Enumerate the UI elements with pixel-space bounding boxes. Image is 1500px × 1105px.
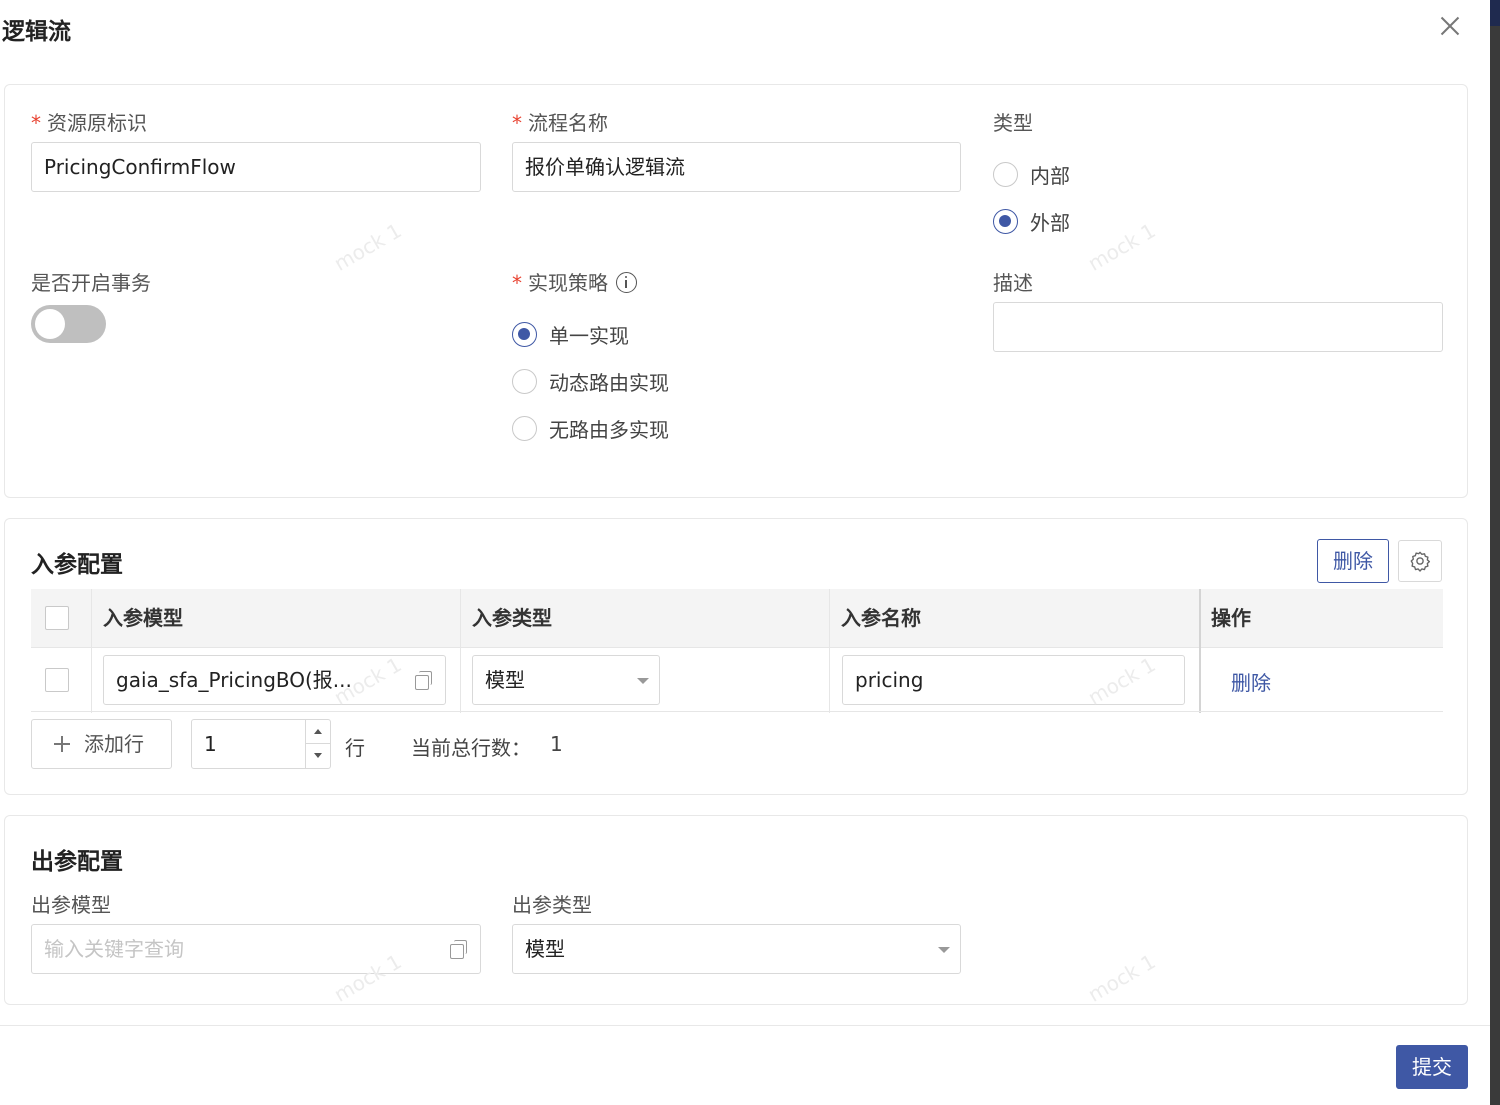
delete-button[interactable]: 删除 [1317,539,1389,583]
total-rows-value: 1 [550,732,563,756]
row-unit-label: 行 [345,736,365,760]
column-header-type: 入参类型 [472,606,552,630]
watermark: mock 1 [1083,949,1160,1007]
description-label: 描述 [993,271,1033,295]
strategy-radio-dynamic[interactable]: 动态路由实现 [512,367,669,396]
strategy-radio-multi[interactable]: 无路由多实现 [512,414,669,443]
output-model-label: 出参模型 [31,893,111,917]
flow-name-label: * 流程名称 [512,111,608,135]
basic-info-card: * 资源原标识 PricingConfirmFlow * 流程名称 报价单确认逻辑流… [4,84,1468,498]
resource-id-label: * 资源原标识 [31,111,147,135]
output-model-input[interactable]: 输入关键字查询 [31,924,481,974]
gear-icon [1410,551,1431,572]
output-params-title: 出参配置 [31,849,123,875]
caret-up-icon [314,729,322,734]
settings-button[interactable] [1398,540,1442,582]
resource-id-input[interactable]: PricingConfirmFlow [31,142,481,192]
output-type-select[interactable]: 模型 [512,924,961,974]
column-header-name: 入参名称 [841,606,921,630]
table-header: 入参模型 入参类型 入参名称 操作 [31,589,1443,648]
row-checkbox[interactable] [45,668,69,692]
column-header-action: 操作 [1211,606,1251,630]
radio-circle [512,369,537,394]
row-delete-link[interactable]: 删除 [1231,667,1271,696]
input-params-card: 入参配置 删除 入参模型 入参类型 入参名称 操作 gaia_sfa_Prici… [4,518,1468,795]
row-name-input[interactable]: pricing [842,655,1185,705]
stepper-controls [305,720,330,768]
input-params-table: 入参模型 入参类型 入参名称 操作 gaia_sfa_PricingBO(报..… [31,589,1443,713]
row-type-select[interactable]: 模型 [472,655,660,705]
close-icon[interactable] [1436,12,1464,40]
type-radio-internal[interactable]: 内部 [993,160,1070,189]
background-window-edge [1490,0,1500,1105]
table-row: gaia_sfa_PricingBO(报... 模型 pricing 删除 [31,648,1443,712]
stepper-down-button[interactable] [306,744,330,768]
stepper-up-button[interactable] [306,720,330,744]
output-model-placeholder: 输入关键字查询 [44,937,184,961]
type-radio-external[interactable]: 外部 [993,207,1070,236]
transaction-label: 是否开启事务 [31,271,151,295]
row-count-stepper[interactable]: 1 [191,719,331,769]
flow-name-input[interactable]: 报价单确认逻辑流 [512,142,961,192]
input-params-title: 入参配置 [31,552,123,578]
total-rows-label: 当前总行数： [411,736,531,760]
chevron-down-icon [938,947,950,953]
required-marker: * [31,111,41,135]
select-all-checkbox[interactable] [45,606,69,630]
output-params-card: 出参配置 出参模型 输入关键字查询 出参类型 模型 mock 1 mock 1 [4,815,1468,1007]
footer-divider [0,1025,1490,1026]
description-input[interactable] [993,302,1443,352]
row-model-value: gaia_sfa_PricingBO(报... [116,668,352,692]
logic-flow-dialog: 逻辑流 * 资源原标识 PricingConfirmFlow * 流程名称 报价单确… [0,0,1490,1105]
radio-circle [512,322,537,347]
required-marker: * [512,271,522,295]
required-marker: * [512,111,522,135]
output-type-label: 出参类型 [512,893,592,917]
chevron-down-icon [637,678,649,684]
strategy-label: * 实现策略 [512,267,637,296]
copy-icon[interactable] [450,940,468,959]
background-window-nub [1490,0,1500,26]
copy-icon[interactable] [415,671,433,690]
info-icon[interactable] [616,272,637,293]
row-model-input[interactable]: gaia_sfa_PricingBO(报... [103,655,446,705]
add-row-button[interactable]: 添加行 [31,719,172,769]
watermark: mock 1 [329,218,406,276]
watermark: mock 1 [1083,218,1160,276]
type-label: 类型 [993,111,1033,135]
transaction-toggle[interactable] [31,305,106,343]
submit-button[interactable]: 提交 [1396,1045,1468,1089]
output-type-value: 模型 [525,937,565,961]
column-header-model: 入参模型 [103,606,183,630]
plus-icon [54,736,70,752]
caret-down-icon [314,753,322,758]
row-count-value: 1 [204,732,217,756]
radio-circle [993,209,1018,234]
row-type-value: 模型 [485,668,525,692]
dialog-title: 逻辑流 [2,19,71,45]
toggle-knob [35,309,65,339]
strategy-radio-single[interactable]: 单一实现 [512,320,629,349]
radio-circle [512,416,537,441]
radio-circle [993,162,1018,187]
